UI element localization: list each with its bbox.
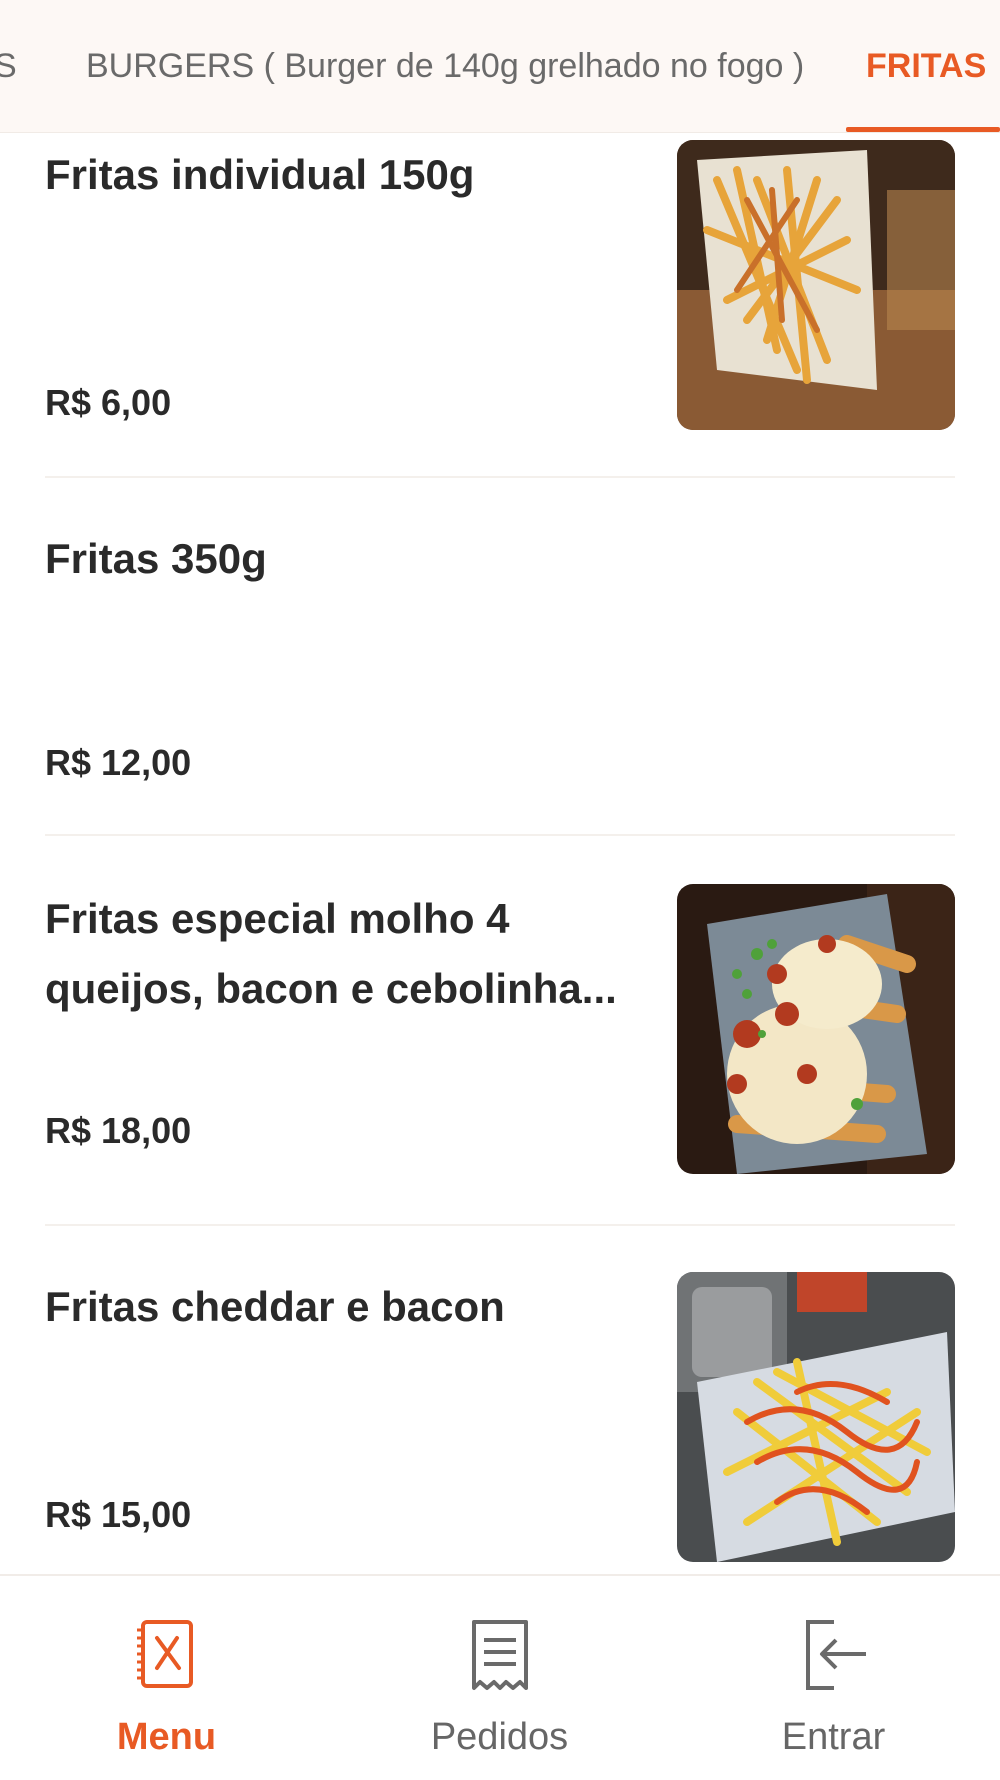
- nav-pedidos-label: Pedidos: [430, 1716, 569, 1758]
- item-image-fries-cheese: [677, 884, 955, 1174]
- nav-entrar-label: Entrar: [781, 1716, 886, 1758]
- tab-burgers[interactable]: BURGERS ( Burger de 140g grelhado no fog…: [86, 0, 804, 132]
- login-icon: [794, 1616, 874, 1696]
- item-price: R$ 6,00: [45, 382, 172, 423]
- item-name: Fritas cheddar e bacon: [45, 1283, 505, 1330]
- item-price: R$ 18,00: [45, 1110, 192, 1151]
- menu-item-fritas-especial[interactable]: Fritas especial molho 4 queijos, bacon e…: [45, 884, 955, 1184]
- menu-item-fritas-individual[interactable]: Fritas individual 150g R$ 6,00: [45, 140, 955, 440]
- item-image-fries-cheddar: [677, 1272, 955, 1562]
- nav-entrar[interactable]: Entrar: [667, 1576, 1000, 1780]
- item-price: R$ 12,00: [45, 742, 192, 783]
- bottom-navigation: Menu Pedidos Entrar: [0, 1574, 1000, 1780]
- category-tabbar: S BURGERS ( Burger de 140g grelhado no f…: [0, 0, 1000, 132]
- item-name: Fritas 350g: [45, 535, 267, 582]
- receipt-icon: [460, 1616, 540, 1696]
- tab-previous-category[interactable]: S: [0, 0, 17, 132]
- menu-book-icon: [127, 1616, 207, 1696]
- divider: [45, 476, 955, 478]
- tab-fritas[interactable]: FRITAS: [846, 0, 1000, 132]
- item-price: R$ 15,00: [45, 1494, 192, 1535]
- nav-menu[interactable]: Menu: [0, 1576, 333, 1780]
- divider: [45, 1224, 955, 1226]
- menu-item-fritas-350g[interactable]: Fritas 350g R$ 12,00: [45, 524, 955, 824]
- menu-item-list[interactable]: Fritas individual 150g R$ 6,00 Fritas 35…: [0, 132, 1000, 1574]
- menu-item-fritas-cheddar-bacon[interactable]: Fritas cheddar e bacon R$ 15,00: [45, 1272, 955, 1572]
- divider: [45, 834, 955, 836]
- nav-pedidos[interactable]: Pedidos: [333, 1576, 666, 1780]
- item-name: Fritas especial molho 4 queijos, bacon e…: [45, 895, 617, 1012]
- item-name: Fritas individual 150g: [45, 151, 475, 198]
- item-image-fries: [677, 140, 955, 430]
- nav-menu-label: Menu: [116, 1716, 217, 1758]
